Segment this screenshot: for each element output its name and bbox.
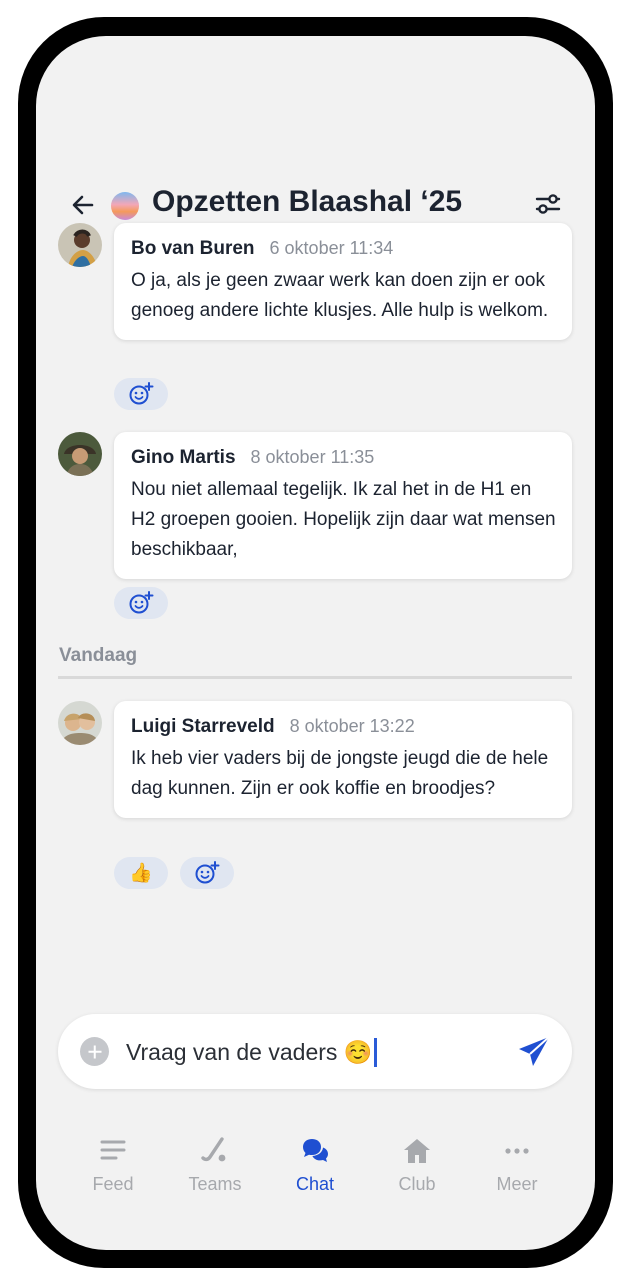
- bottom-tab-bar: Feed Teams Chat Club Meer: [36, 1136, 595, 1206]
- tab-feed[interactable]: Feed: [68, 1136, 158, 1206]
- date-divider-label: Vandaag: [59, 645, 138, 666]
- tab-label: Meer: [496, 1174, 538, 1194]
- tab-club[interactable]: Club: [372, 1136, 462, 1206]
- avatar[interactable]: [58, 223, 102, 267]
- message-input-value: Vraag van de vaders ☺️: [126, 1039, 373, 1065]
- message-author[interactable]: Bo van Buren: [131, 238, 255, 260]
- message-timestamp: 8 oktober 13:22: [289, 716, 415, 736]
- more-icon: [505, 1148, 529, 1154]
- message-input[interactable]: Vraag van de vaders ☺️: [126, 1034, 506, 1070]
- tab-label: Feed: [92, 1174, 134, 1194]
- tab-chat[interactable]: Chat: [270, 1136, 360, 1206]
- message-text: O ja, als je geen zwaar werk kan doen zi…: [131, 270, 549, 321]
- message-bubble: Gino Martis 8 oktober 11:35 Nou niet all…: [114, 432, 572, 579]
- back-button[interactable]: [66, 188, 100, 222]
- reaction-bar: [114, 587, 168, 619]
- reaction-bar: [114, 378, 168, 410]
- add-emoji-icon: [129, 591, 154, 614]
- message-text: Ik heb vier vaders bij de jongste jeugd …: [131, 748, 549, 799]
- filter-button[interactable]: [532, 188, 564, 220]
- tab-teams[interactable]: Teams: [170, 1136, 260, 1206]
- chat-icon: [303, 1139, 328, 1162]
- hockey-icon: [201, 1137, 226, 1162]
- message-author[interactable]: Gino Martis: [131, 447, 236, 469]
- message-composer: Vraag van de vaders ☺️: [58, 1014, 572, 1089]
- message-text: Nou niet allemaal tegelijk. Ik zal het i…: [131, 479, 556, 560]
- avatar[interactable]: [58, 701, 102, 745]
- feed-icon: [100, 1140, 126, 1160]
- tab-label: Chat: [295, 1174, 335, 1194]
- page-title: Opzetten Blaashal ‘25: [152, 185, 463, 218]
- thumbs-up-icon: 👍: [129, 863, 153, 884]
- message-author[interactable]: Luigi Starreveld: [131, 716, 275, 738]
- send-button[interactable]: [516, 1034, 552, 1070]
- avatar[interactable]: [58, 432, 102, 476]
- add-reaction-button[interactable]: [180, 857, 234, 889]
- tab-label: Teams: [188, 1174, 242, 1194]
- home-icon: [404, 1139, 430, 1163]
- add-emoji-icon: [129, 382, 154, 405]
- tab-label: Club: [398, 1174, 436, 1194]
- tab-meer[interactable]: Meer: [472, 1136, 562, 1206]
- add-reaction-button[interactable]: [114, 378, 168, 410]
- channel-avatar: [111, 192, 139, 220]
- add-reaction-button[interactable]: [114, 587, 168, 619]
- sliders-icon: [535, 194, 561, 214]
- attach-button[interactable]: [80, 1037, 109, 1066]
- message-bubble: Luigi Starreveld 8 oktober 13:22 Ik heb …: [114, 701, 572, 818]
- reaction-bar: 👍: [114, 857, 234, 889]
- message-timestamp: 8 oktober 11:35: [250, 447, 375, 467]
- date-divider: [58, 676, 572, 679]
- message-bubble: Bo van Buren 6 oktober 11:34 O ja, als j…: [114, 223, 572, 340]
- app-screen: Opzetten Blaashal ‘25 Bo van Buren 6 okt…: [36, 36, 595, 1250]
- add-emoji-icon: [195, 861, 220, 884]
- message-timestamp: 6 oktober 11:34: [269, 238, 394, 258]
- send-icon: [519, 1036, 550, 1066]
- reaction-thumbs-up[interactable]: 👍: [114, 857, 168, 889]
- arrow-left-icon: [72, 195, 94, 215]
- text-caret: [374, 1037, 378, 1067]
